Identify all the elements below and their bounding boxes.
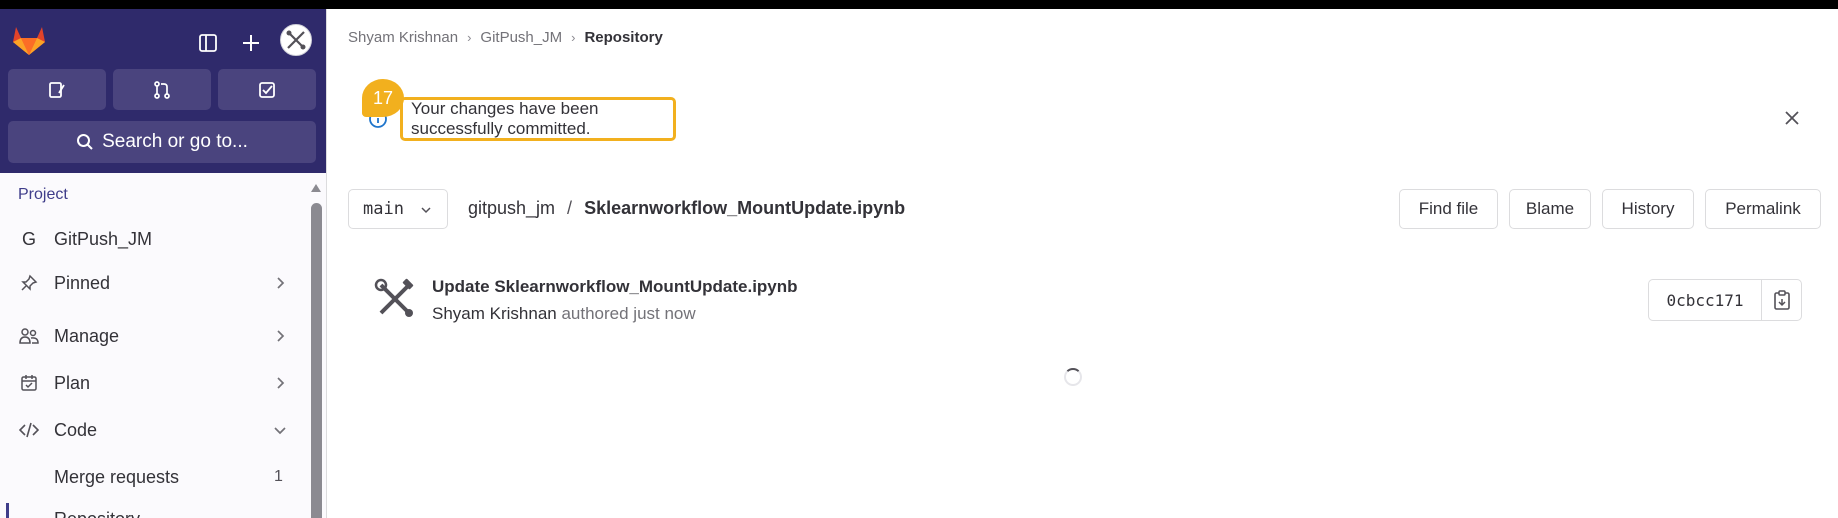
- merge-requests-count: 1: [274, 468, 283, 485]
- sidebar-item-label: Manage: [54, 325, 120, 346]
- permalink-button[interactable]: Permalink: [1705, 189, 1821, 229]
- chevron-down-icon: [274, 427, 286, 435]
- chevron-right-icon: [277, 330, 285, 342]
- branch-name: main: [363, 199, 404, 219]
- scroll-up-arrow[interactable]: [311, 184, 321, 192]
- chevron-right-icon: [277, 277, 285, 289]
- sidebar-section-title: Project: [18, 186, 68, 203]
- sidebar-item-label: Pinned: [54, 272, 111, 293]
- breadcrumb-separator: ›: [467, 30, 472, 45]
- users-icon: [18, 325, 40, 347]
- merge-requests-button[interactable]: [113, 69, 211, 110]
- calendar-icon: [18, 372, 40, 394]
- todo-icon: [259, 81, 275, 98]
- gitlab-logo-icon[interactable]: [10, 21, 48, 57]
- sidebar-item-plan[interactable]: Plan: [0, 363, 305, 403]
- sidebar-item-manage[interactable]: Manage: [0, 316, 305, 356]
- commit-sha[interactable]: 0cbcc171: [1649, 280, 1761, 320]
- sidebar-item-code[interactable]: Code: [0, 410, 305, 450]
- sidebar-scrollbar[interactable]: [311, 203, 322, 518]
- plus-icon[interactable]: [235, 27, 267, 59]
- sidebar-item-project[interactable]: G GitPush_JM: [0, 219, 305, 259]
- loading-spinner-icon: [1064, 368, 1082, 386]
- project-initial-icon: G: [21, 228, 36, 249]
- sidebar-item-label: Code: [54, 419, 98, 440]
- top-black-bar: [0, 0, 1838, 9]
- issues-icon: [49, 81, 65, 98]
- chevron-down-icon: [421, 207, 431, 214]
- search-icon: [77, 134, 93, 150]
- clipboard-icon: [1773, 290, 1790, 310]
- pin-icon: [18, 272, 40, 294]
- commit-title[interactable]: Update Sklearnworkflow_MountUpdate.ipynb: [432, 277, 798, 297]
- sidebar-item-merge-requests[interactable]: Merge requests 1: [0, 457, 305, 497]
- sidebar-item-label: Plan: [54, 372, 91, 393]
- commit-author-line: Shyam Krishnan authored just now: [432, 304, 696, 324]
- breadcrumb-separator: ›: [571, 30, 576, 45]
- step-badge: 17: [362, 79, 404, 117]
- toggle-sidebar-icon[interactable]: [192, 27, 224, 59]
- user-avatar[interactable]: [280, 24, 312, 56]
- sidebar-item-label: Repository: [54, 509, 140, 518]
- sidebar-header: Search or go to...: [0, 9, 326, 173]
- find-file-button[interactable]: Find file: [1399, 189, 1498, 229]
- search-button[interactable]: Search or go to...: [8, 121, 316, 163]
- chevron-right-icon: [277, 377, 285, 389]
- commit-author[interactable]: Shyam Krishnan: [432, 304, 557, 323]
- main-content: Shyam Krishnan › GitPush_JM › Repository…: [328, 9, 1838, 518]
- commit-sha-group: 0cbcc171: [1648, 279, 1802, 321]
- merge-request-icon: [154, 80, 170, 99]
- sidebar: Search or go to... Project G GitPush_JM …: [0, 9, 327, 518]
- sidebar-item-label: Merge requests: [54, 466, 180, 487]
- sidebar-item-pinned[interactable]: Pinned: [0, 263, 305, 303]
- breadcrumb: Shyam Krishnan › GitPush_JM › Repository: [348, 29, 663, 46]
- close-icon[interactable]: [1780, 106, 1804, 130]
- breadcrumb-item[interactable]: GitPush_JM: [480, 29, 562, 46]
- path-root[interactable]: gitpush_jm: [468, 198, 555, 219]
- branch-selector[interactable]: main: [348, 189, 448, 229]
- active-indicator: [6, 503, 9, 518]
- history-button[interactable]: History: [1602, 189, 1694, 229]
- commit-meta: authored just now: [561, 304, 696, 323]
- path-separator: /: [567, 198, 573, 218]
- sidebar-item-label: GitPush_JM: [54, 228, 153, 249]
- blame-button[interactable]: Blame: [1509, 189, 1591, 229]
- code-icon: [18, 419, 40, 441]
- commit-avatar-icon: [374, 278, 414, 317]
- todo-button[interactable]: [218, 69, 316, 110]
- success-alert-message: Your changes have been successfully comm…: [400, 97, 676, 141]
- issues-button[interactable]: [8, 69, 106, 110]
- copy-sha-button[interactable]: [1761, 280, 1801, 320]
- path-file: Sklearnworkflow_MountUpdate.ipynb: [584, 198, 906, 218]
- breadcrumb-item[interactable]: Shyam Krishnan: [348, 29, 458, 46]
- file-path: gitpush_jm / Sklearnworkflow_MountUpdate…: [468, 198, 905, 219]
- sidebar-item-repository[interactable]: Repository: [0, 499, 305, 518]
- search-label: Search or go to...: [102, 131, 248, 152]
- breadcrumb-current[interactable]: Repository: [584, 29, 662, 46]
